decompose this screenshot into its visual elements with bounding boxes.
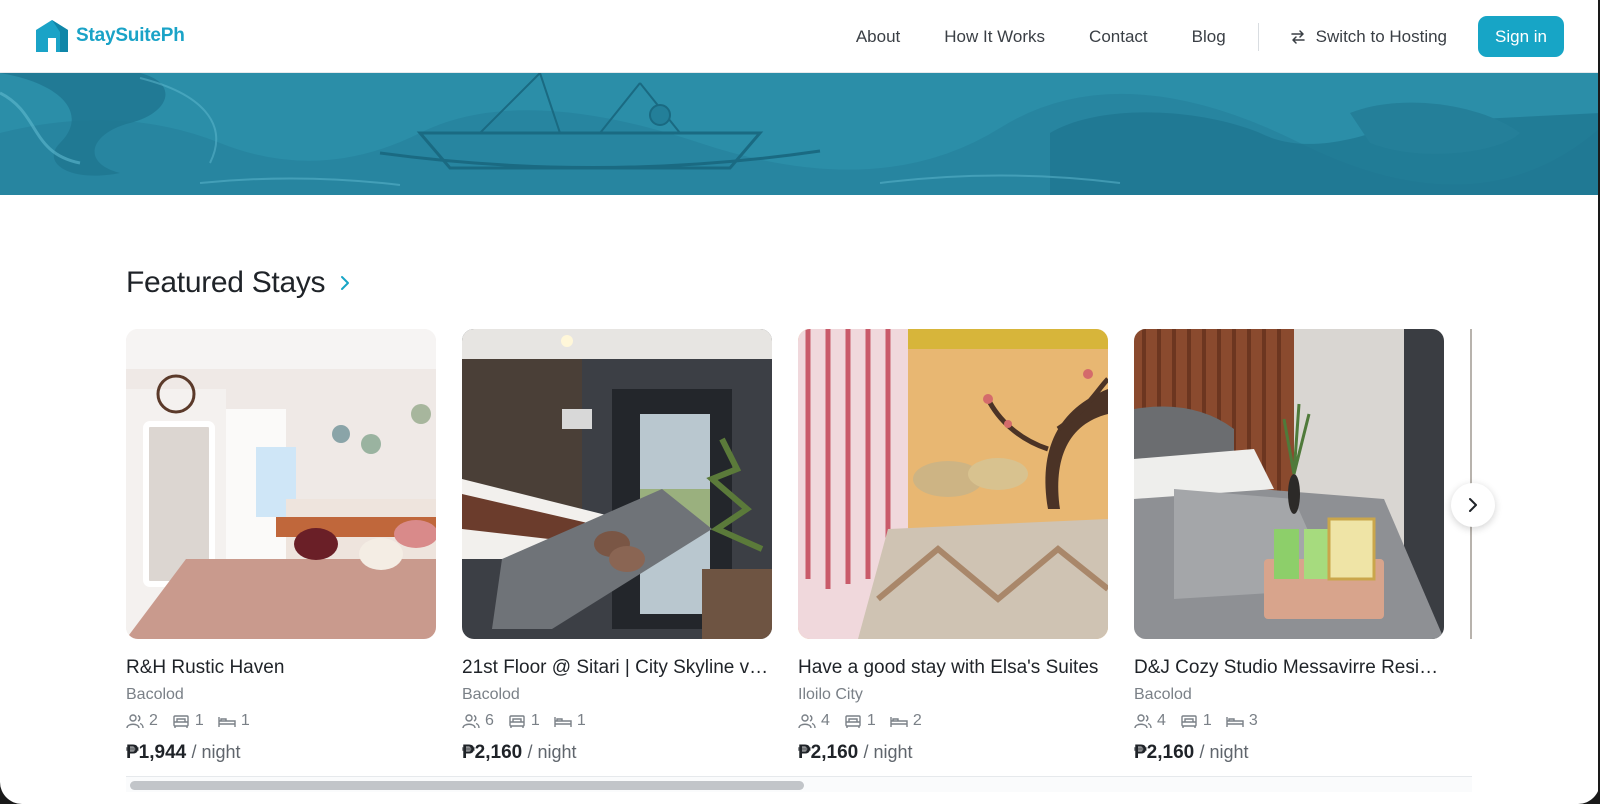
bedroom-icon	[845, 715, 861, 728]
listing-location: Iloilo City	[798, 686, 863, 703]
bed-icon	[554, 717, 572, 727]
guests-count: 4	[821, 712, 830, 729]
listing-card[interactable]: D&J Cozy Studio Messavirre Resid… Bacolo…	[1134, 329, 1444, 764]
brand-name: StaySuitePh	[76, 25, 185, 46]
beds-count: 1	[240, 712, 250, 729]
scrollbar-thumb[interactable]	[130, 781, 804, 790]
listing-price: ₱2,160 / night	[798, 742, 1108, 764]
listing-photo[interactable]	[126, 329, 436, 639]
listing-title[interactable]: Have a good stay with Elsa's Suites	[798, 657, 1108, 679]
guests-count: 2	[149, 712, 158, 729]
main-nav: About How It Works Contact Blog Switch t…	[856, 16, 1564, 57]
price-amount: ₱2,160	[462, 742, 523, 763]
listing-amenities: 6 1 1	[462, 712, 772, 730]
listing-photo[interactable]	[1134, 329, 1444, 639]
price-unit: / night	[863, 742, 913, 762]
listing-title[interactable]: R&H Rustic Haven	[126, 657, 436, 679]
guests-icon	[1134, 714, 1152, 729]
beds-count: 1	[576, 712, 586, 729]
brand-logo[interactable]: StaySuitePh	[34, 18, 185, 54]
house-logo-icon	[36, 20, 68, 52]
nav-contact[interactable]: Contact	[1089, 27, 1148, 47]
bedrooms-count: 1	[194, 712, 204, 729]
beds-count: 3	[1248, 712, 1258, 729]
carousel-scrollbar[interactable]	[126, 776, 1472, 792]
listing-title[interactable]: 21st Floor @ Sitari | City Skyline vie…	[462, 657, 772, 679]
price-unit: / night	[191, 742, 241, 762]
nav-about[interactable]: About	[856, 27, 900, 47]
bedroom-icon	[1181, 715, 1197, 728]
guests-count: 4	[1157, 712, 1166, 729]
listing-card[interactable]: Have a good stay with Elsa's Suites Iloi…	[798, 329, 1108, 764]
beds-count: 2	[912, 712, 922, 729]
listing-title[interactable]: D&J Cozy Studio Messavirre Resid…	[1134, 657, 1444, 679]
sign-in-button[interactable]: Sign in	[1478, 16, 1564, 57]
bed-icon	[1226, 717, 1244, 727]
bedrooms-count: 1	[530, 712, 540, 729]
nav-blog[interactable]: Blog	[1192, 27, 1226, 47]
bedroom-icon	[173, 715, 189, 728]
listing-amenities: 4 1 2	[798, 712, 1108, 730]
nav-how-it-works[interactable]: How It Works	[944, 27, 1045, 47]
listing-price: ₱2,160 / night	[462, 742, 772, 764]
swap-arrows-icon	[1290, 29, 1305, 44]
listing-photo[interactable]	[462, 329, 772, 639]
listing-amenities: 2 1 1	[126, 712, 436, 730]
sea-boat-illustration	[0, 73, 1600, 195]
bed-icon	[890, 717, 908, 727]
chevron-right-icon	[341, 276, 350, 290]
listing-card[interactable]: R&H Rustic Haven Bacolod 2 1 1 ₱1,944 / …	[126, 329, 436, 764]
listing-price: ₱1,944 / night	[126, 742, 436, 764]
app-frame: StaySuitePh About How It Works Contact B…	[0, 0, 1600, 804]
listing-location: Bacolod	[126, 686, 184, 703]
listing-price: ₱2,160 / night	[1134, 742, 1444, 764]
listing-card[interactable]: 21st Floor @ Sitari | City Skyline vie… …	[462, 329, 772, 764]
price-amount: ₱1,944	[126, 742, 187, 763]
switch-label: Switch to Hosting	[1315, 26, 1448, 46]
guests-count: 6	[485, 712, 494, 729]
price-unit: / night	[527, 742, 577, 762]
bedrooms-count: 1	[1202, 712, 1212, 729]
listing-photo[interactable]	[798, 329, 1108, 639]
bed-icon	[218, 717, 236, 727]
switch-to-hosting-link[interactable]: Switch to Hosting	[1289, 27, 1447, 47]
price-amount: ₱2,160	[798, 742, 859, 763]
section-title: Featured Stays	[126, 266, 326, 299]
guests-icon	[798, 714, 816, 729]
price-unit: / night	[1199, 742, 1249, 762]
bedrooms-count: 1	[866, 712, 876, 729]
listing-location: Bacolod	[462, 686, 520, 703]
hero-banner-illustration	[0, 73, 1600, 195]
listing-amenities: 4 1 3	[1134, 712, 1444, 730]
chevron-right-icon	[1469, 498, 1477, 512]
price-amount: ₱2,160	[1134, 742, 1195, 763]
bedroom-icon	[509, 715, 525, 728]
featured-stays-heading[interactable]: Featured Stays	[126, 266, 351, 300]
nav-divider	[1257, 22, 1259, 51]
carousel-next-button[interactable]	[1451, 483, 1495, 527]
guests-icon	[462, 714, 480, 729]
featured-carousel: R&H Rustic Haven Bacolod 2 1 1 ₱1,944 / …	[126, 329, 1472, 774]
top-navbar: StaySuitePh About How It Works Contact B…	[0, 0, 1600, 73]
listing-location: Bacolod	[1134, 686, 1192, 703]
guests-icon	[126, 714, 144, 729]
